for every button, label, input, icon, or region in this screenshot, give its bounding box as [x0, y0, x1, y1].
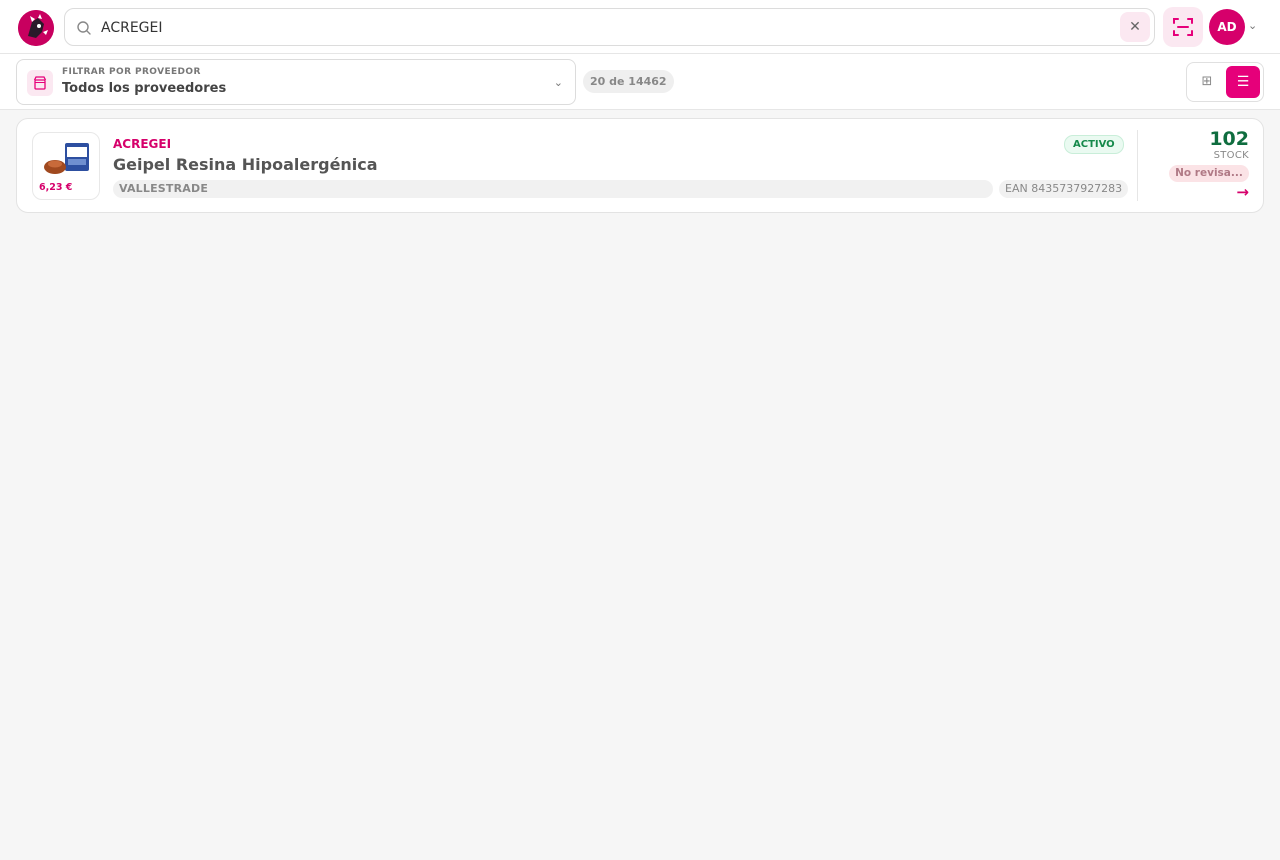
provider-filter-label: FILTRAR POR PROVEEDOR [62, 67, 201, 77]
ean-badge: EAN 8435737927283 [999, 180, 1129, 198]
view-toggle: ⊞ ☰ [1186, 62, 1264, 102]
stock-label: STOCK [1213, 150, 1249, 161]
review-status-badge: No revisa... [1169, 165, 1249, 182]
search-input[interactable] [101, 15, 1111, 41]
status-badge: ACTIVO [1064, 135, 1124, 154]
supplier-name: VALLESTRADE [119, 182, 209, 195]
brand-logo[interactable] [18, 10, 54, 46]
list-view-button[interactable]: ☰ [1226, 66, 1260, 98]
user-avatar[interactable]: AD [1209, 9, 1245, 45]
product-name: Geipel Resina Hipoalergénica [113, 155, 378, 174]
price-tag: 6,23 € [35, 180, 77, 196]
provider-filter-value: Todos los proveedores [62, 81, 227, 96]
stock-value: 102 [1209, 128, 1249, 150]
chevron-down-icon[interactable]: ⌄ [1248, 19, 1257, 32]
top-bar: ✕ AD ⌄ [0, 0, 1280, 54]
supplier-chip: VALLESTRADE [113, 180, 993, 198]
barcode-scan-button[interactable] [1163, 7, 1203, 47]
product-thumbnail: 6,23 € [32, 132, 100, 200]
search-box: ✕ [64, 8, 1155, 46]
grid-view-button[interactable]: ⊞ [1191, 67, 1223, 97]
card-divider [1137, 130, 1138, 201]
store-icon [27, 70, 53, 96]
search-icon [76, 20, 92, 36]
product-card[interactable]: 6,23 € ACREGEI Geipel Resina Hipoalergén… [16, 118, 1264, 213]
clear-search-button[interactable]: ✕ [1120, 12, 1150, 42]
scan-icon [1173, 18, 1193, 36]
product-image [44, 143, 89, 174]
result-count-badge: 20 de 14462 [583, 70, 674, 93]
filter-bar: FILTRAR POR PROVEEDOR Todos los proveedo… [0, 54, 1280, 110]
chevron-down-icon: ⌄ [553, 76, 563, 89]
provider-filter-select[interactable]: FILTRAR POR PROVEEDOR Todos los proveedo… [16, 59, 576, 105]
open-product-arrow-icon[interactable]: → [1236, 183, 1249, 201]
product-code: ACREGEI [113, 137, 172, 151]
